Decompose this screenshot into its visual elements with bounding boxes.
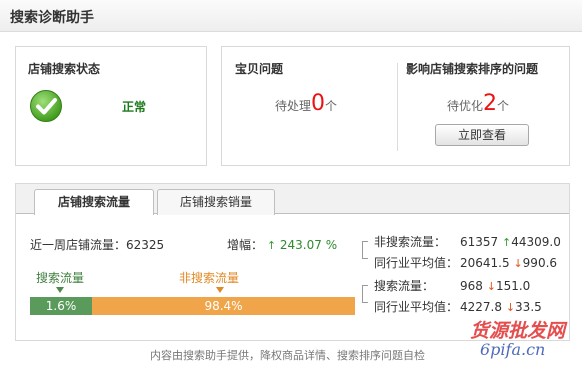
metric-change: 33.5 (515, 300, 542, 314)
metrics-bracket (362, 241, 368, 259)
item-issues-title: 宝贝问题 (235, 62, 284, 76)
metric-value: 61357 (460, 235, 499, 249)
arrow-down-icon: ↓ (486, 280, 496, 293)
search-traffic-legend: 搜索流量 (36, 271, 85, 285)
item-issues-count[interactable]: 0 (311, 91, 325, 116)
footer-note: 内容由搜索助手提供，降权商品详情、搜索排序问题自检 (150, 349, 425, 362)
metric-change: 151.0 (495, 279, 531, 293)
nonsearch-legend-pointer (216, 287, 224, 293)
tab-strip: 店铺搜索流量 店铺搜索销量 (16, 184, 569, 215)
ranking-issues-count[interactable]: 2 (483, 91, 497, 116)
watermark-text: 货源批发网 (470, 320, 566, 342)
ranking-issues-prefix: 待优化 (447, 99, 484, 113)
arrow-down-icon: ↓ (505, 301, 516, 314)
metrics-bracket (362, 285, 368, 303)
search-legend-pointer (56, 287, 64, 293)
ranking-issues-pending[interactable]: 待优化2个 (447, 91, 509, 116)
search-share-segment: 1.6% (30, 297, 92, 315)
check-circle-icon (30, 90, 62, 122)
store-status-card: 店铺搜索状态 正常 (15, 46, 207, 166)
page-title: 搜索诊断助手 (10, 10, 94, 26)
item-issues-suffix: 个 (325, 99, 338, 113)
metric-label: 搜索流量： (374, 279, 435, 293)
title-bar: 搜索诊断助手 (0, 0, 582, 32)
nonsearch-share-segment: 98.4% (204, 299, 243, 313)
metric-value: 4227.8 (460, 300, 502, 314)
metric-label: 同行业平均值： (374, 300, 459, 314)
growth-rate: 增幅： ↑ 243.07 % (227, 236, 337, 253)
weekly-traffic-label: 近一周店铺流量： (30, 238, 127, 252)
store-status-value: 正常 (122, 100, 147, 114)
growth-value: 243.07 % (279, 238, 338, 252)
ranking-issues-section: 影响店铺搜索排序的问题 待优化2个 立即查看 (398, 47, 571, 165)
metric-change: 44309.0 (511, 235, 561, 249)
nonsearch-traffic-legend: 非搜索流量 (179, 271, 240, 285)
metric-change: 990.6 (522, 256, 558, 270)
issues-card: 宝贝问题 待处理0个 影响店铺搜索排序的问题 待优化2个 立即查看 (221, 46, 570, 166)
traffic-share-bar: 1.6% 98.4% (30, 297, 355, 315)
ranking-issues-suffix: 个 (497, 99, 510, 113)
arrow-up-icon: ↑ (266, 239, 277, 252)
traffic-metrics: 非搜索流量： 61357 ↑44309.0 同行业平均值： 20641.5 ↓990… (362, 232, 567, 322)
ranking-issues-title: 影响店铺搜索排序的问题 (406, 62, 539, 76)
metric-label: 同行业平均值： (374, 256, 459, 270)
view-now-button[interactable]: 立即查看 (435, 124, 529, 146)
metric-row: 非搜索流量： 61357 ↑44309.0 (374, 233, 561, 250)
tab-store-search-sales[interactable]: 店铺搜索销量 (157, 189, 275, 215)
store-status-title: 店铺搜索状态 (28, 62, 101, 76)
arrow-down-icon: ↓ (513, 257, 523, 270)
metric-label: 非搜索流量： (374, 235, 447, 249)
item-issues-section: 宝贝问题 待处理0个 (222, 47, 397, 165)
item-issues-pending[interactable]: 待处理0个 (275, 91, 337, 116)
tab-store-search-traffic[interactable]: 店铺搜索流量 (34, 189, 154, 215)
weekly-traffic-value: 62325 (126, 238, 165, 252)
arrow-up-icon: ↑ (502, 236, 512, 249)
metric-value: 968 (460, 279, 483, 293)
item-issues-prefix: 待处理 (275, 99, 312, 113)
weekly-traffic: 近一周店铺流量：62325 (30, 236, 164, 253)
watermark-url: 6pifa.cn (480, 340, 546, 359)
metric-row: 同行业平均值： 4227.8 ↓33.5 (374, 298, 542, 315)
metric-row: 搜索流量： 968 ↓151.0 (374, 277, 530, 294)
metric-row: 同行业平均值： 20641.5 ↓990.6 (374, 254, 557, 271)
metric-value: 20641.5 (460, 256, 510, 270)
growth-label: 增幅： (227, 238, 264, 252)
